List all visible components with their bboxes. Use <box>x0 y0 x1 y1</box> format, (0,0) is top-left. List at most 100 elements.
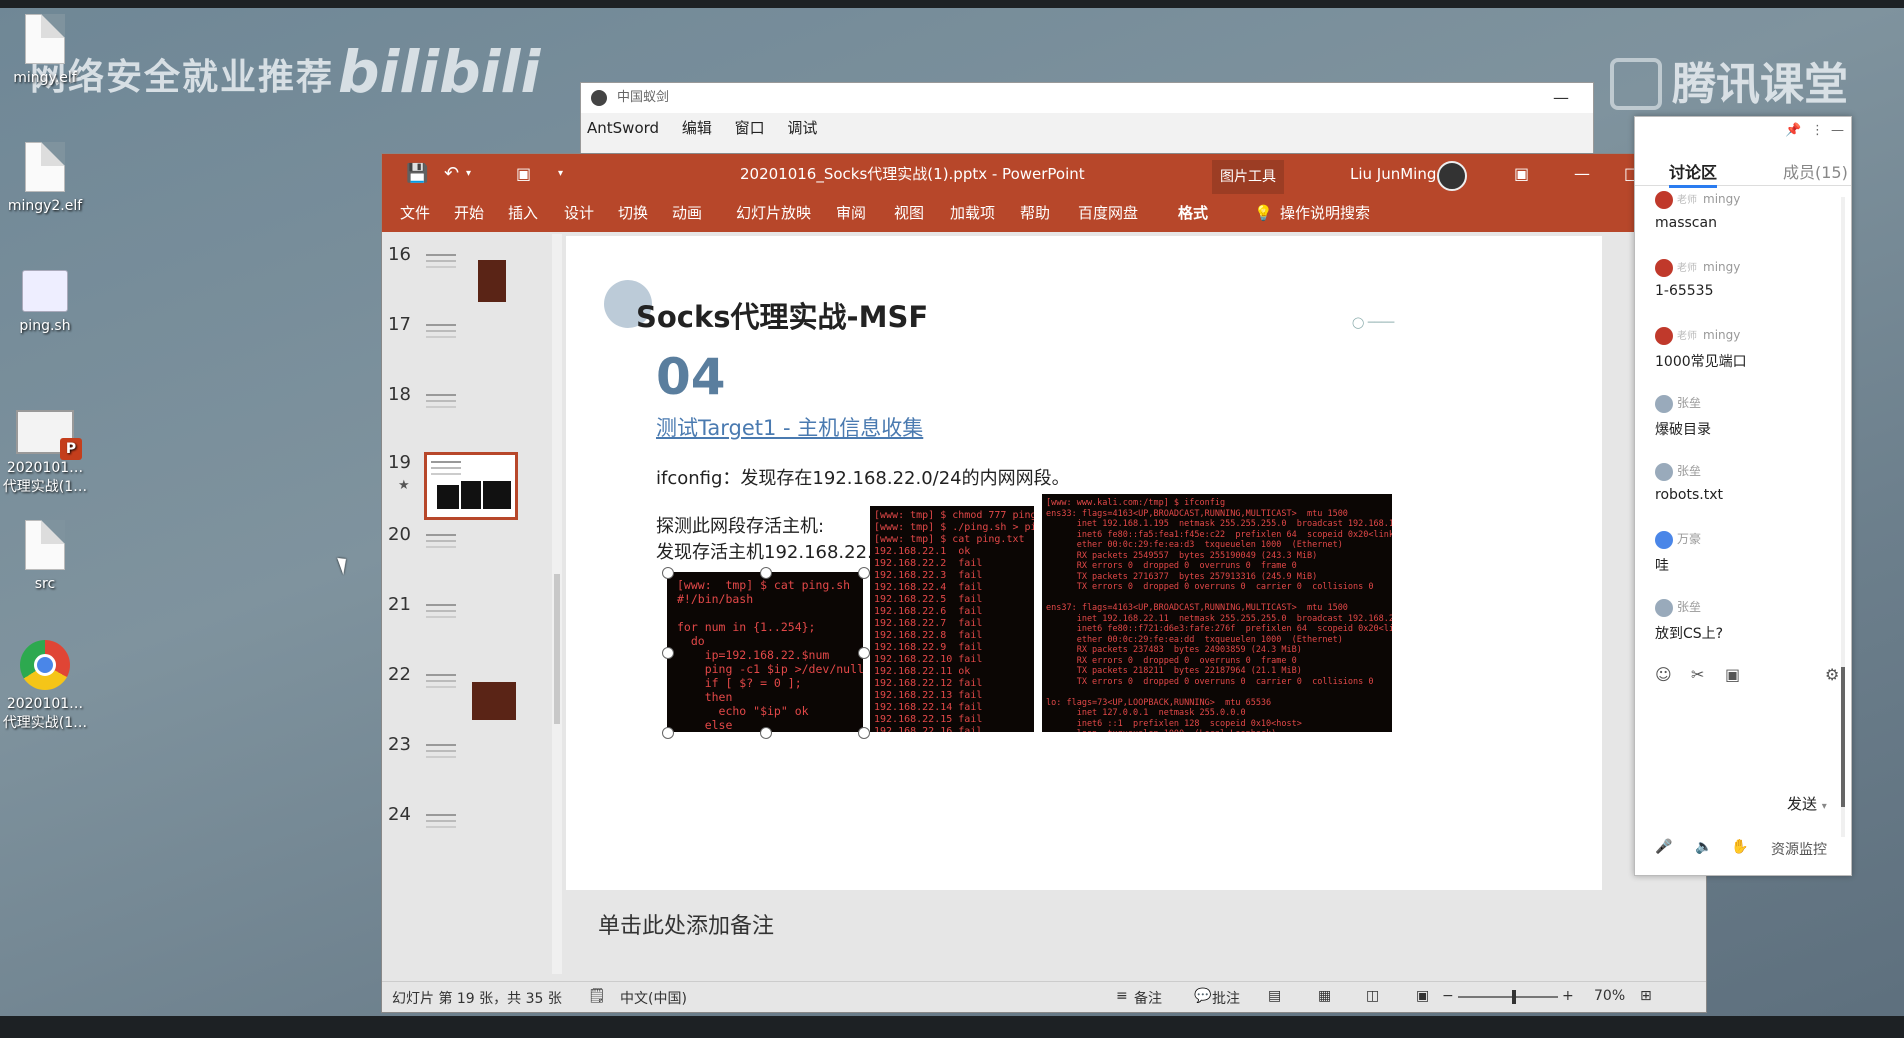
save-icon[interactable]: 💾 <box>406 154 428 194</box>
discussion-panel[interactable]: 📌 ⋮ — 讨论区 成员(15) 老师 mingy masscan 老师 mingy… <box>1634 116 1852 876</box>
desktop-icon-src[interactable]: src <box>0 520 90 592</box>
thumbnails-scrollbar[interactable] <box>552 234 562 974</box>
section-title[interactable]: 测试Target1 - 主机信息收集 <box>656 412 923 442</box>
tab-format[interactable]: 格式 <box>1178 194 1208 232</box>
ribbon-display-icon[interactable]: ▣ <box>1514 154 1529 194</box>
thumbnail-slide[interactable]: 18 <box>382 384 562 454</box>
notes-pane[interactable]: 单击此处添加备注 <box>566 896 1602 978</box>
slide-canvas[interactable]: Socks代理实战-MSF ◯ ──── 04 测试Target1 - 主机信息… <box>566 236 1602 890</box>
minimize-icon[interactable]: — <box>1574 154 1590 194</box>
desktop-icon-ping-sh[interactable]: ping.sh <box>0 270 90 334</box>
desktop-icon-chrome-shortcut[interactable]: 2020101… 代理实战(1… <box>0 640 90 732</box>
tab-members[interactable]: 成员(15) <box>1783 159 1848 183</box>
tab-discussion[interactable]: 讨论区 <box>1669 159 1718 188</box>
chevron-down-icon[interactable]: ▾ <box>1822 801 1827 812</box>
tab-home[interactable]: 开始 <box>454 194 484 232</box>
comments-toggle-button[interactable]: 批注 <box>1212 988 1240 1008</box>
language-indicator[interactable]: 中文(中国) <box>620 988 687 1008</box>
desktop-icon-pptx[interactable]: P 2020101… 代理实战(1… <box>0 410 90 496</box>
powerpoint-window[interactable]: 💾 ↶ ▾ ▣ ▾ 20201016_Socks代理实战(1).pptx - P… <box>381 153 1707 1013</box>
resize-handle[interactable] <box>662 647 674 659</box>
tab-baidu-netdisk[interactable]: 百度网盘 <box>1078 194 1138 232</box>
user-name[interactable]: Liu JunMing <box>1350 154 1436 194</box>
customize-qat-icon[interactable]: ▾ <box>558 154 563 194</box>
thumbnail-slide[interactable]: 16 <box>382 244 562 314</box>
undo-dropdown-icon[interactable]: ▾ <box>466 154 471 194</box>
desktop-icon-mingy2-elf[interactable]: mingy2.elf <box>0 142 90 214</box>
tab-animations[interactable]: 动画 <box>672 194 702 232</box>
microphone-icon[interactable]: 🎤 <box>1655 839 1672 855</box>
minimize-icon[interactable]: — <box>1553 83 1569 113</box>
spellcheck-icon[interactable]: 🗒 <box>588 988 606 1004</box>
hand-raise-icon[interactable]: ✋ <box>1731 839 1748 855</box>
tab-design[interactable]: 设计 <box>564 194 594 232</box>
resize-handle[interactable] <box>760 727 772 739</box>
thumbnail-slide[interactable]: 22 <box>382 664 562 734</box>
tab-slideshow[interactable]: 幻灯片放映 <box>736 194 811 232</box>
tell-me-search[interactable]: 操作说明搜索 <box>1280 194 1370 232</box>
settings-icon[interactable]: ⚙ <box>1825 665 1839 684</box>
resource-monitor-link[interactable]: 资源监控 <box>1771 839 1827 859</box>
menu-edit[interactable]: 编辑 <box>682 119 712 137</box>
chat-scrollbar[interactable] <box>1841 197 1845 837</box>
thumbnail-slide[interactable]: 21 <box>382 594 562 664</box>
zoom-slider[interactable] <box>1458 996 1558 998</box>
ping-script-screenshot[interactable]: [www: tmp] $ cat ping.sh #!/bin/bash for… <box>667 572 863 732</box>
normal-view-icon[interactable]: ▤ <box>1268 988 1281 1004</box>
more-icon[interactable]: ⋮ <box>1811 123 1824 138</box>
thumbnail-slide[interactable]: 23 <box>382 734 562 804</box>
menu-antsword[interactable]: AntSword <box>587 119 659 137</box>
resize-handle[interactable] <box>858 727 870 739</box>
ifconfig-text[interactable]: ifconfig：发现存在192.168.22.0/24的内网网段。 <box>656 464 1070 490</box>
notes-toggle-button[interactable]: 备注 <box>1134 988 1162 1008</box>
tab-view[interactable]: 视图 <box>894 194 924 232</box>
thumbnail-slide[interactable]: 24 <box>382 804 562 874</box>
desktop-icon-mingy-elf[interactable]: mingy.elf <box>0 14 90 86</box>
menu-window[interactable]: 窗口 <box>735 119 765 137</box>
resize-handle[interactable] <box>760 567 772 579</box>
tab-file[interactable]: 文件 <box>400 194 430 232</box>
thumbnail-slide[interactable]: 20 <box>382 524 562 594</box>
antsword-window[interactable]: 中国蚁剑 — AntSword 编辑 窗口 调试 <box>580 82 1594 156</box>
resize-handle[interactable] <box>858 567 870 579</box>
reading-view-icon[interactable]: ◫ <box>1366 988 1379 1004</box>
tab-transitions[interactable]: 切换 <box>618 194 648 232</box>
probe-text-line1[interactable]: 探测此网段存活主机: <box>656 512 824 538</box>
menu-debug[interactable]: 调试 <box>787 119 817 137</box>
tab-help[interactable]: 帮助 <box>1020 194 1050 232</box>
undo-icon[interactable]: ↶ <box>444 154 459 194</box>
minimize-icon[interactable]: — <box>1831 123 1844 138</box>
emoji-icon[interactable]: ☺ <box>1655 665 1672 684</box>
send-button[interactable]: 发送 ▾ <box>1787 793 1827 814</box>
tab-insert[interactable]: 插入 <box>508 194 538 232</box>
thumbnail-slide-selected[interactable]: 19 ★ <box>382 452 562 522</box>
ppt-titlebar[interactable]: 💾 ↶ ▾ ▣ ▾ 20201016_Socks代理实战(1).pptx - P… <box>382 154 1706 194</box>
zoom-slider-knob[interactable] <box>1512 990 1516 1004</box>
notes-placeholder[interactable]: 单击此处添加备注 <box>598 908 774 940</box>
zoom-out-icon[interactable]: − <box>1442 988 1454 1004</box>
slide-thumbnails-pane[interactable]: 16 17 18 19 ★ 20 21 22 23 24 <box>382 232 562 978</box>
probe-text-line2[interactable]: 发现存活主机192.168.22.22 <box>656 538 896 564</box>
ifconfig-screenshot[interactable]: [www: www.kali.com:/tmp] $ ifconfig ens3… <box>1042 494 1392 732</box>
resize-handle[interactable] <box>662 727 674 739</box>
tab-review[interactable]: 审阅 <box>836 194 866 232</box>
tab-addins[interactable]: 加载项 <box>950 194 995 232</box>
thumbnail-slide[interactable]: 17 <box>382 314 562 384</box>
pin-icon[interactable]: 📌 <box>1785 123 1801 138</box>
slide-sorter-icon[interactable]: ▦ <box>1318 988 1331 1004</box>
zoom-level[interactable]: 70% <box>1594 988 1625 1004</box>
antsword-titlebar[interactable]: 中国蚁剑 — <box>581 83 1593 113</box>
slideshow-view-icon[interactable]: ▣ <box>1416 988 1429 1004</box>
resize-handle[interactable] <box>662 567 674 579</box>
user-avatar[interactable] <box>1437 161 1467 191</box>
scissors-icon[interactable]: ✂ <box>1691 665 1704 684</box>
slide-title[interactable]: Socks代理实战-MSF <box>636 294 928 336</box>
zoom-in-icon[interactable]: + <box>1562 988 1574 1004</box>
presentation-icon[interactable]: ▣ <box>516 154 531 194</box>
fit-to-window-icon[interactable]: ⊞ <box>1640 988 1652 1004</box>
ping-result-screenshot[interactable]: [www: tmp] $ chmod 777 ping.sh [www: tmp… <box>870 506 1034 732</box>
section-number[interactable]: 04 <box>656 348 726 406</box>
image-icon[interactable]: ▣ <box>1725 665 1740 684</box>
resize-handle[interactable] <box>858 647 870 659</box>
speaker-icon[interactable]: 🔈 <box>1695 839 1712 855</box>
